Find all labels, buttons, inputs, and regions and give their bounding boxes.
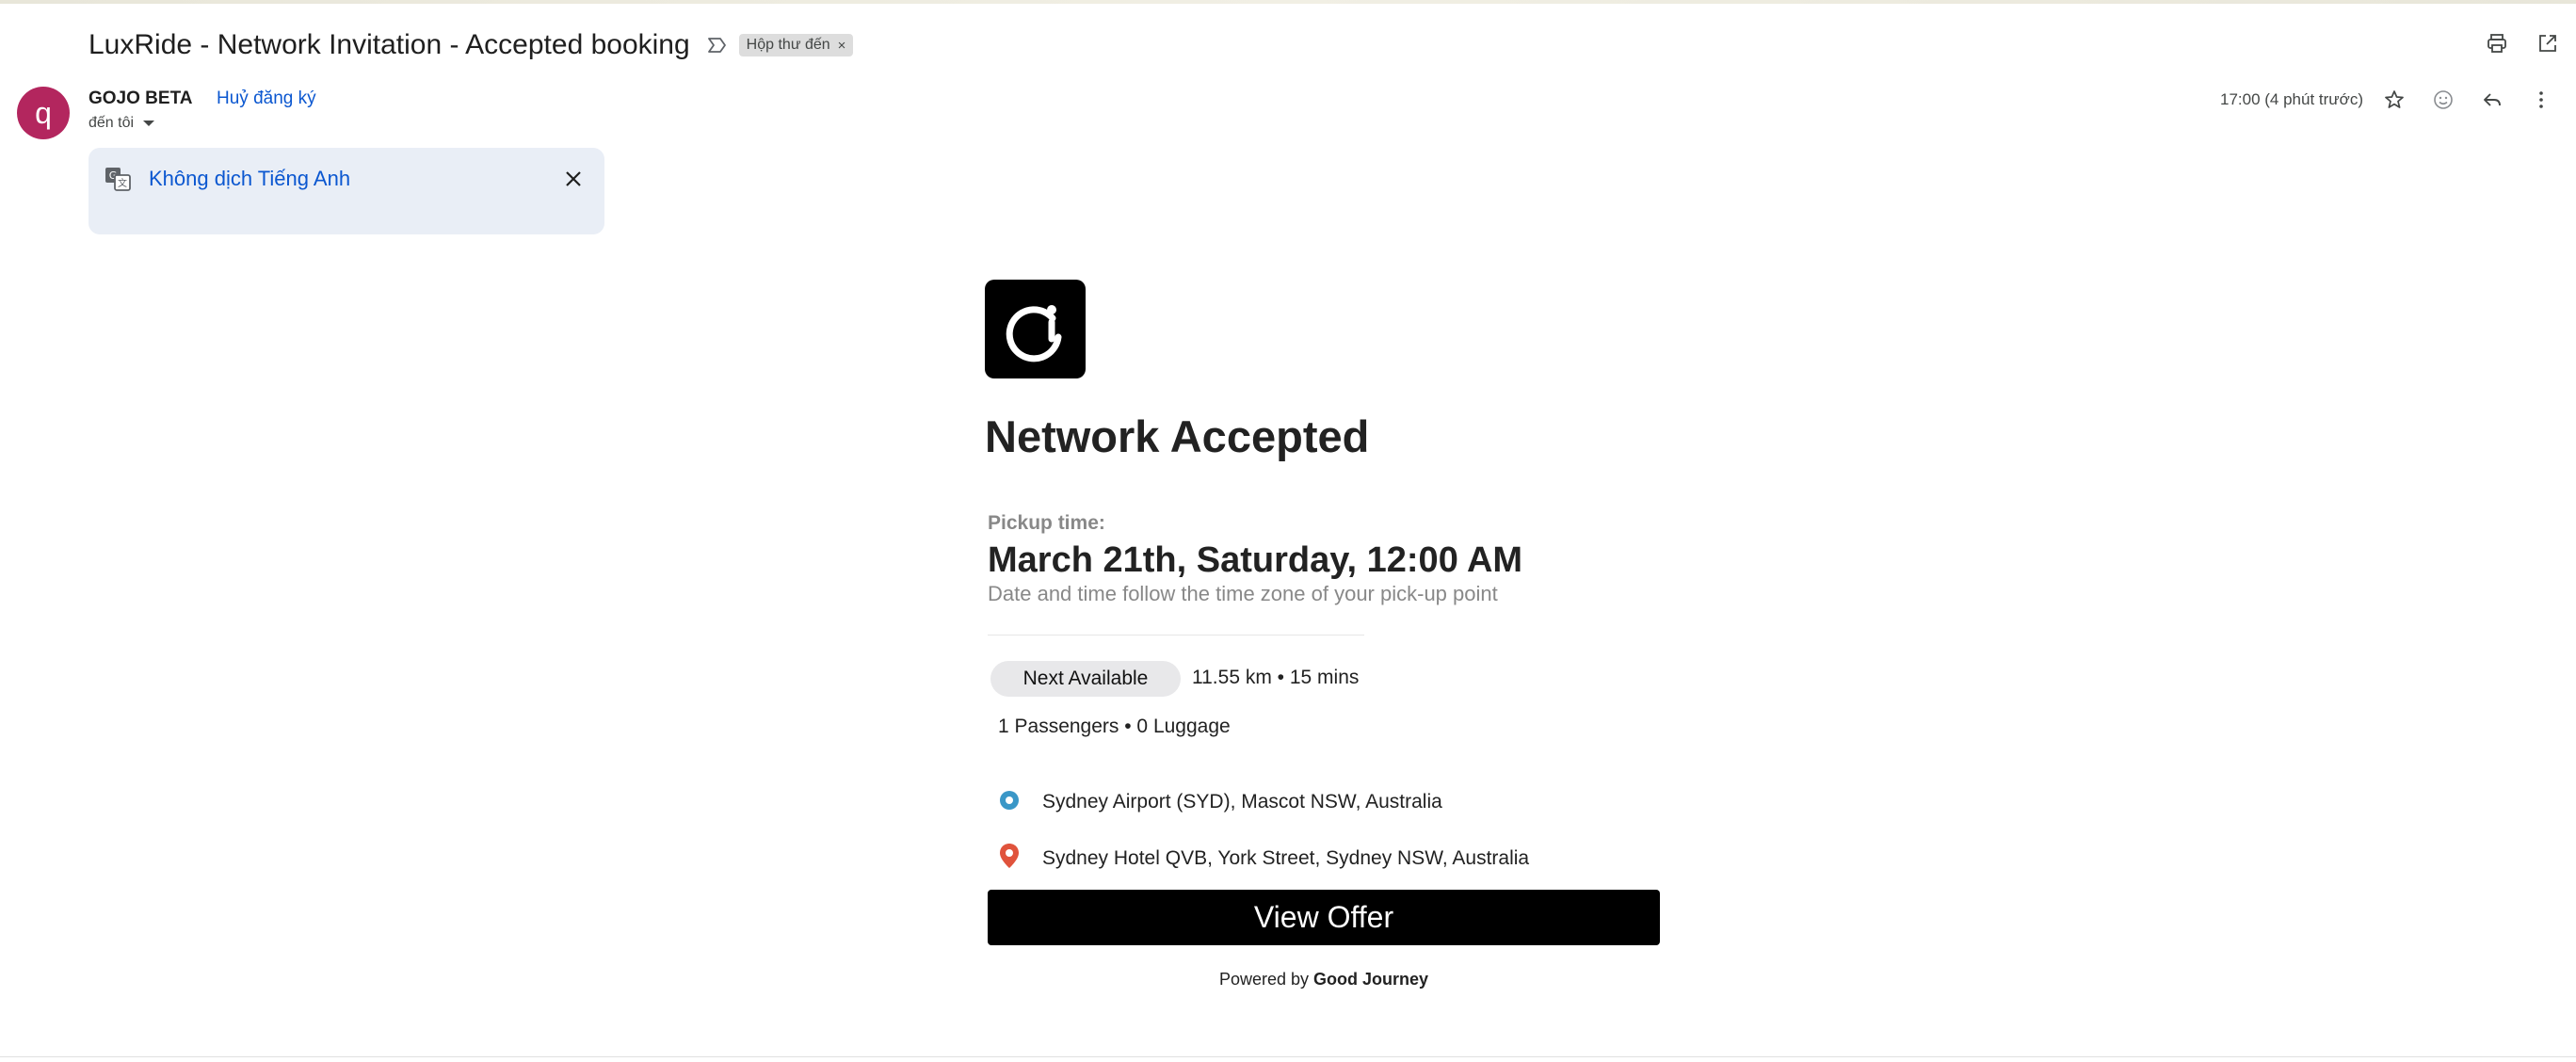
top-actions xyxy=(2482,28,2563,58)
translate-banner: G文 Không dịch Tiếng Anh xyxy=(89,148,604,234)
dropoff-address: Sydney Hotel QVB, York Street, Sydney NS… xyxy=(1042,847,1530,869)
sender-avatar[interactable]: q xyxy=(17,87,70,139)
pickup-location-icon xyxy=(998,787,1021,813)
passengers-luggage: 1 Passengers • 0 Luggage xyxy=(998,716,1231,737)
divider xyxy=(988,635,1364,636)
star-icon[interactable] xyxy=(2379,85,2409,115)
emoji-reaction-icon[interactable] xyxy=(2428,85,2458,115)
svg-text:文: 文 xyxy=(118,177,127,189)
dropoff-location-icon xyxy=(998,843,1021,869)
unsubscribe-link[interactable]: Huỷ đăng ký xyxy=(217,88,316,109)
recipient-label: đến tôi xyxy=(89,115,135,131)
sender-name[interactable]: GOJO BETA xyxy=(89,88,193,109)
email-heading: Network Accepted xyxy=(985,411,1370,461)
recipient-details-toggle[interactable]: đến tôi xyxy=(89,115,155,132)
chevron-down-icon xyxy=(143,121,155,126)
pickup-time-note: Date and time follow the time zone of yo… xyxy=(988,582,1498,605)
translate-icon: G文 xyxy=(104,165,132,193)
view-offer-button[interactable]: View Offer xyxy=(988,890,1660,945)
open-in-new-window-icon[interactable] xyxy=(2533,28,2563,58)
distance-duration: 11.55 km • 15 mins xyxy=(1192,667,1360,688)
inbox-label-chip[interactable]: Hộp thư đến × xyxy=(738,34,854,56)
subject-row: LuxRide - Network Invitation - Accepted … xyxy=(89,26,854,64)
email-subject: LuxRide - Network Invitation - Accepted … xyxy=(89,29,690,60)
vehicle-class-badge: Next Available xyxy=(990,661,1181,697)
inbox-label-text: Hộp thư đến xyxy=(746,37,830,53)
email-timestamp: 17:00 (4 phút trước) xyxy=(2220,90,2363,108)
reply-icon[interactable] xyxy=(2477,85,2507,115)
powered-by-prefix: Powered by xyxy=(1218,970,1310,989)
powered-by-brand[interactable]: Good Journey xyxy=(1313,970,1428,989)
bottom-divider xyxy=(0,1056,2576,1057)
pickup-address: Sydney Airport (SYD), Mascot NSW, Austra… xyxy=(1042,791,1442,813)
more-vertical-icon[interactable] xyxy=(2526,85,2556,115)
good-journey-logo xyxy=(985,280,1086,378)
close-icon[interactable] xyxy=(559,165,588,193)
dont-translate-link[interactable]: Không dịch Tiếng Anh xyxy=(149,167,350,191)
remove-label-icon[interactable]: × xyxy=(838,38,846,54)
print-icon[interactable] xyxy=(2482,28,2512,58)
pickup-time-label: Pickup time: xyxy=(988,512,1105,534)
message-actions xyxy=(2379,85,2556,115)
pickup-time-value: March 21th, Saturday, 12:00 AM xyxy=(988,540,1523,580)
important-marker-icon[interactable] xyxy=(705,33,730,57)
top-accent-line xyxy=(0,0,2576,4)
powered-by: Powered by Good Journey xyxy=(988,970,1660,990)
